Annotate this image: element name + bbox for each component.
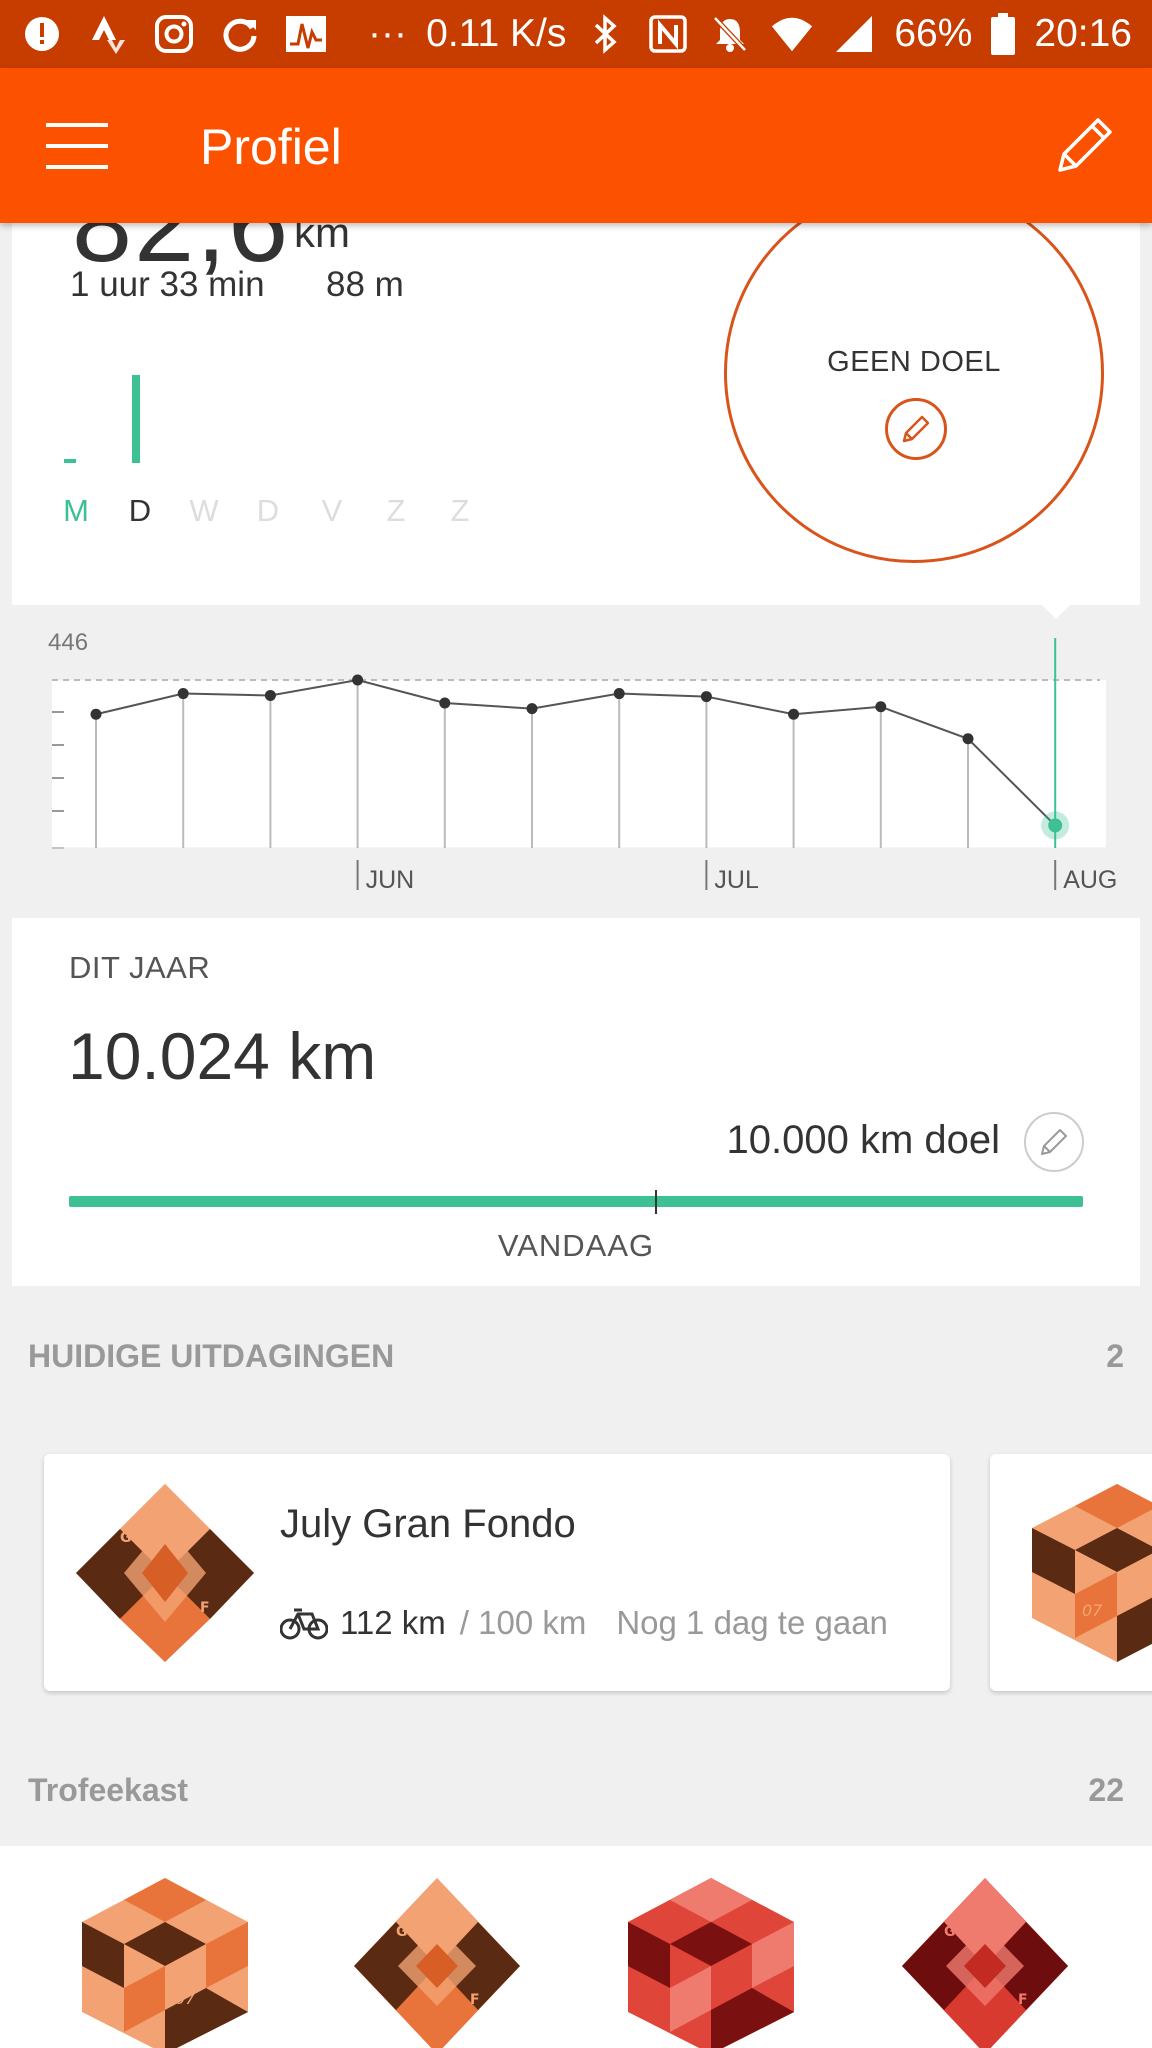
today-marker [655, 1190, 657, 1214]
trophy-case-count: 22 [1088, 1772, 1124, 1808]
bike-icon [280, 1608, 328, 1640]
weekday-label: V [321, 493, 343, 528]
status-bar: ··· 0.11 K/s 66% 20:16 [0, 0, 1152, 68]
weekday-label: Z [386, 493, 406, 528]
year-goal: 10.000 km doel [726, 1118, 1000, 1162]
year-distance: 10.024 km [68, 1019, 377, 1093]
year-summary-card: DIT JAAR 10.024 km 10.000 km doel VANDAA… [12, 918, 1140, 1286]
gran-fondo-badge-icon: G F [76, 1484, 254, 1662]
challenge-card-next[interactable]: 07 [990, 1454, 1152, 1691]
week-point [613, 688, 625, 700]
svg-text:F: F [470, 1992, 480, 2008]
trophy-gran-fondo-red-icon[interactable]: G F [900, 1876, 1070, 2048]
alert-icon [20, 12, 64, 56]
card-pointer [1042, 605, 1070, 619]
sync-icon [218, 12, 262, 56]
challenges-title: HUIDIGE UITDAGINGEN [28, 1338, 395, 1374]
day-bar [132, 375, 140, 463]
instagram-icon [152, 12, 196, 56]
today-label: VANDAAG [497, 1228, 655, 1263]
week-point [788, 708, 800, 720]
battery-percent: 66% [894, 12, 973, 55]
strava-icon [86, 12, 130, 56]
activity-icon [284, 12, 328, 56]
challenge-title: July Gran Fondo [280, 1502, 576, 1546]
week-moving-time: 1 uur 33 min [70, 265, 265, 304]
year-progress-bar [69, 1196, 1083, 1207]
week-point [90, 708, 102, 720]
trophy-case: 07 G F 06 G F [0, 1846, 1152, 2048]
svg-text:G: G [944, 1924, 956, 1940]
svg-text:G: G [120, 1530, 132, 1546]
trophy-cube-06-icon[interactable]: 06 [626, 1876, 796, 2048]
network-speed: 0.11 K/s [426, 12, 567, 55]
page-title: Profiel [200, 119, 342, 175]
trophy-case-title: Trofeekast [28, 1772, 189, 1808]
weekday-label: D [128, 493, 152, 528]
challenges-header[interactable]: HUIDIGE UITDAGINGEN 2 [28, 1338, 1124, 1375]
week-summary-card[interactable]: 82,6 km 1 uur 33 min 88 m MDWDVZZ GEEN D… [12, 223, 1140, 605]
cube-badge-icon: 07 [1032, 1484, 1152, 1662]
status-overflow: ··· [368, 12, 407, 55]
week-point [526, 703, 538, 715]
challenge-done: 112 km [340, 1604, 446, 1641]
week-distance-unit: km [294, 223, 350, 256]
edit-year-goal-button[interactable] [1024, 1112, 1084, 1172]
pencil-icon [902, 415, 930, 443]
weekday-label: W [189, 493, 219, 528]
week-point [962, 733, 974, 745]
selected-week-point [1048, 818, 1063, 833]
svg-text:07: 07 [1082, 1601, 1103, 1620]
weekday-label: M [63, 493, 89, 528]
weekly-goal-ring[interactable]: GEEN DOEL [724, 223, 1104, 563]
challenge-target: / 100 km [459, 1604, 587, 1641]
pencil-icon [1041, 1129, 1067, 1155]
trophy-cube-07-icon[interactable]: 07 [80, 1876, 250, 2048]
svg-text:F: F [1018, 1992, 1028, 2008]
week-point [264, 689, 276, 701]
svg-text:G: G [396, 1924, 408, 1940]
edit-profile-button[interactable] [1050, 110, 1120, 180]
challenge-card[interactable]: G F July Gran Fondo 112 km / 100 km Nog … [44, 1454, 950, 1691]
chart-max-label: 446 [48, 629, 88, 656]
week-elevation: 88 m [326, 265, 404, 304]
signal-icon [832, 12, 876, 56]
battery-icon [990, 12, 1016, 56]
week-point [439, 697, 451, 709]
bluetooth-icon [584, 12, 628, 56]
menu-icon[interactable] [46, 123, 108, 169]
month-label: JUN [366, 866, 415, 894]
day-bar [64, 459, 76, 463]
challenge-remaining: Nog 1 dag te gaan [616, 1604, 888, 1641]
pencil-icon [1058, 118, 1112, 172]
year-progress-fill [69, 1196, 1083, 1207]
challenge-stats: 112 km / 100 km Nog 1 dag te gaan [280, 1604, 888, 1642]
week-point [352, 674, 364, 686]
trophy-case-header[interactable]: Trofeekast 22 [28, 1772, 1124, 1809]
edit-goal-button[interactable] [885, 398, 947, 460]
clock: 20:16 [1034, 12, 1132, 55]
challenges-count: 2 [1106, 1338, 1124, 1374]
nfc-icon [646, 12, 690, 56]
week-point [875, 701, 887, 713]
app-bar: Profiel [0, 68, 1152, 223]
week-point [700, 691, 712, 703]
weekday-label: D [256, 493, 280, 528]
weekly-distance-chart[interactable]: 446 JUN JUL AUG [0, 620, 1152, 910]
profile-screen: ··· 0.11 K/s 66% 20:16 Profiel 82,6 km 1… [0, 0, 1152, 2048]
year-label: DIT JAAR [69, 950, 211, 985]
chart-plot-area [52, 680, 1106, 848]
svg-text:06: 06 [670, 1993, 690, 2012]
month-label: JUL [714, 866, 759, 894]
svg-text:07: 07 [175, 1989, 196, 2008]
goal-status: GEEN DOEL [827, 346, 1001, 378]
wifi-icon [770, 12, 814, 56]
week-point [177, 688, 189, 700]
trophy-gran-fondo-icon[interactable]: G F [352, 1876, 522, 2048]
weekday-label: Z [450, 493, 470, 528]
month-label: AUG [1063, 866, 1117, 894]
mute-icon [708, 12, 752, 56]
svg-text:F: F [200, 1600, 210, 1616]
